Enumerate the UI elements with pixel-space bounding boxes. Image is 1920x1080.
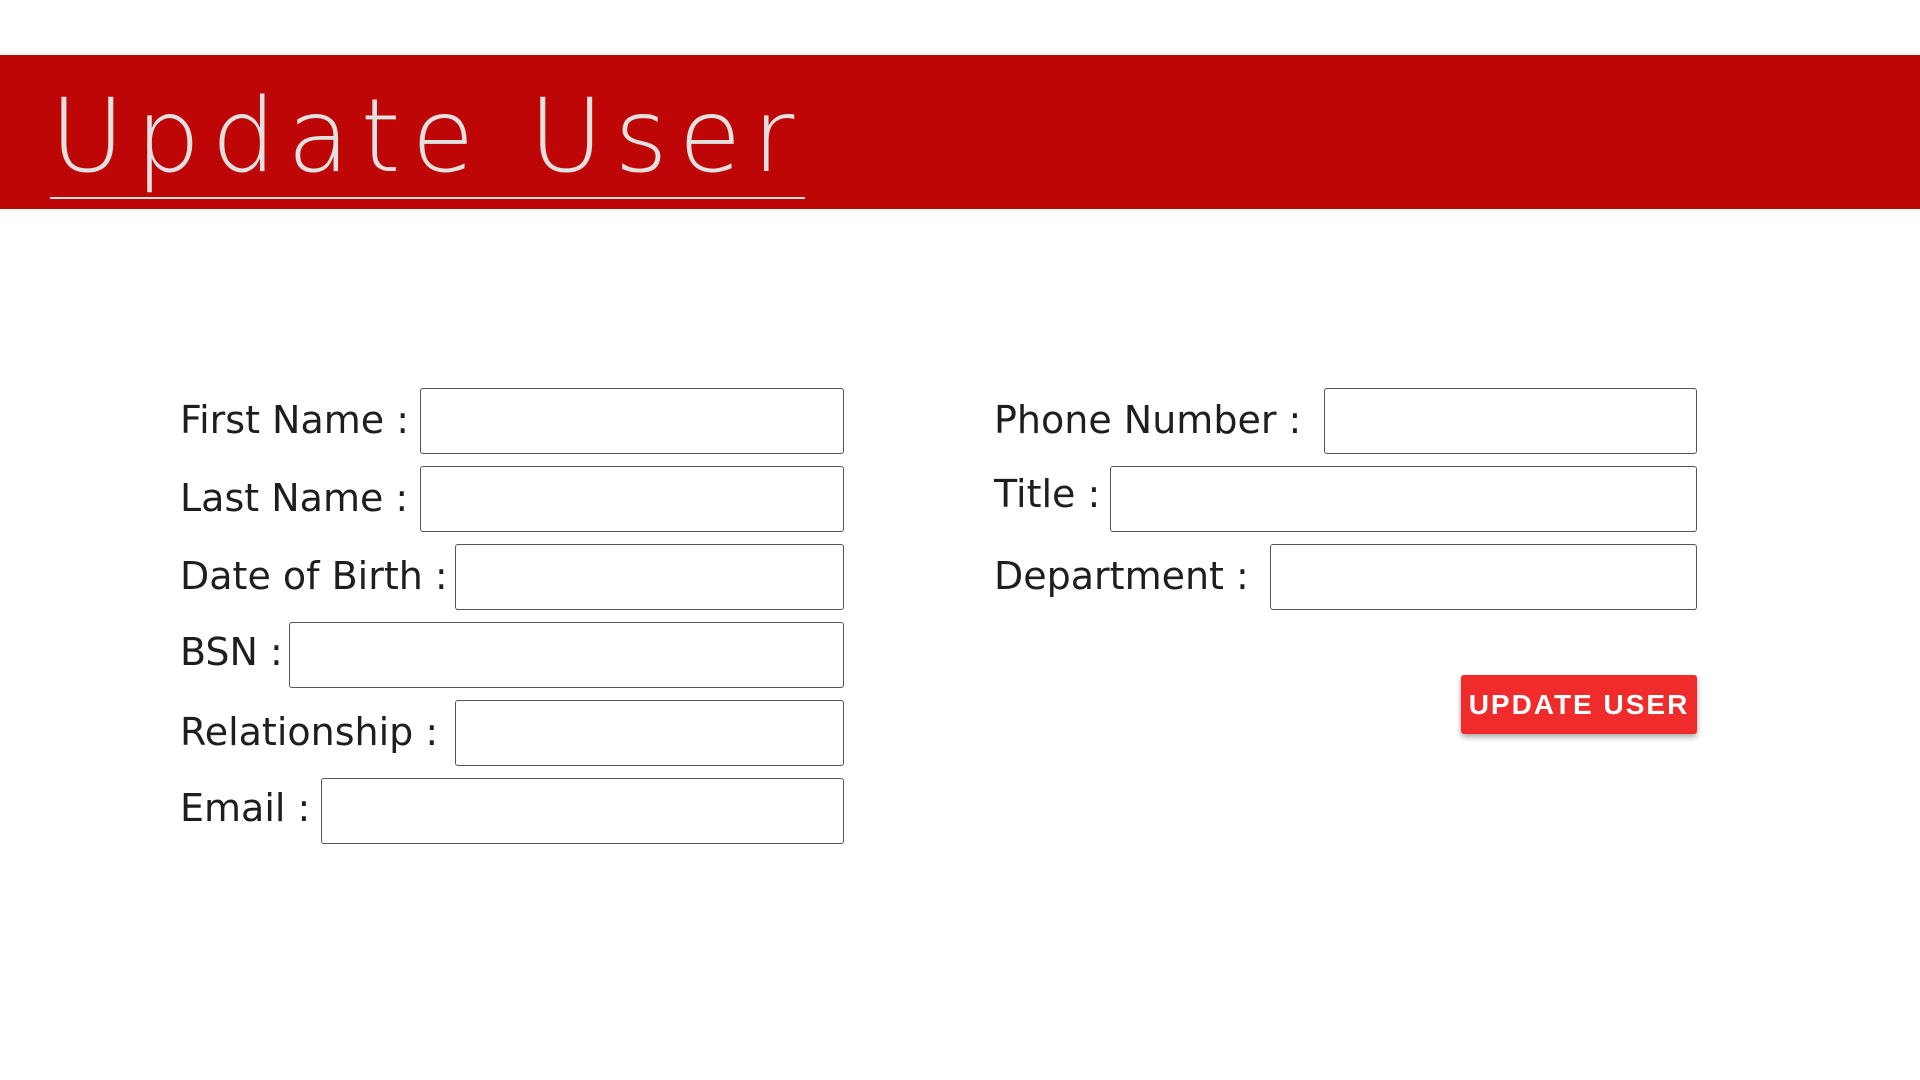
update-user-page: Update User First Name : Last Name : Dat…	[0, 0, 1920, 1080]
date-of-birth-label: Date of Birth :	[180, 554, 448, 598]
phone-number-input[interactable]	[1324, 388, 1697, 454]
bsn-input[interactable]	[289, 622, 844, 688]
last-name-label: Last Name :	[180, 476, 409, 520]
email-input[interactable]	[321, 778, 844, 844]
relationship-input[interactable]	[455, 700, 844, 766]
relationship-label: Relationship :	[180, 710, 439, 754]
department-label: Department :	[994, 554, 1249, 598]
update-user-button[interactable]: UPDATE USER	[1461, 675, 1697, 734]
last-name-input[interactable]	[420, 466, 844, 532]
title-input[interactable]	[1110, 466, 1697, 532]
date-of-birth-input[interactable]	[455, 544, 844, 610]
title-label: Title :	[994, 472, 1101, 516]
page-header: Update User	[0, 55, 1920, 209]
first-name-input[interactable]	[420, 388, 844, 454]
department-input[interactable]	[1270, 544, 1697, 610]
first-name-label: First Name :	[180, 398, 410, 442]
email-label: Email :	[180, 786, 311, 830]
phone-number-label: Phone Number :	[994, 398, 1302, 442]
page-title: Update User	[50, 77, 806, 199]
bsn-label: BSN :	[180, 630, 283, 674]
